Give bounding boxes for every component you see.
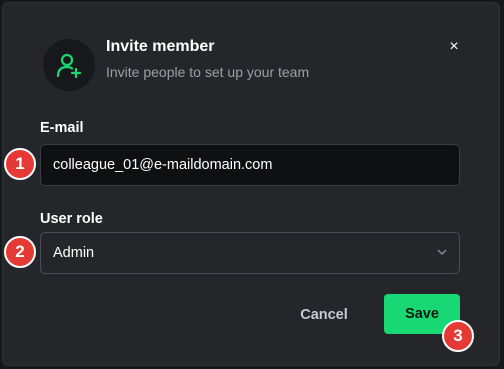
step-marker-2: 2 <box>4 236 36 268</box>
email-field[interactable]: colleague_01@e-maildomain.com <box>40 144 460 186</box>
user-role-label: User role <box>40 211 103 227</box>
dialog-subtitle: Invite people to set up your team <box>106 64 310 80</box>
user-role-select[interactable]: Admin <box>40 232 460 274</box>
dialog-title: Invite member <box>106 38 215 55</box>
email-value: colleague_01@e-maildomain.com <box>53 157 273 173</box>
chevron-down-icon <box>437 247 447 259</box>
user-role-value: Admin <box>53 245 95 261</box>
cancel-button[interactable]: Cancel <box>286 297 362 333</box>
email-label: E-mail <box>40 120 84 136</box>
user-plus-icon <box>56 53 82 79</box>
step-marker-1: 1 <box>4 148 36 180</box>
close-icon[interactable]: × <box>443 36 465 58</box>
step-marker-3: 3 <box>442 320 474 352</box>
avatar <box>43 39 95 91</box>
